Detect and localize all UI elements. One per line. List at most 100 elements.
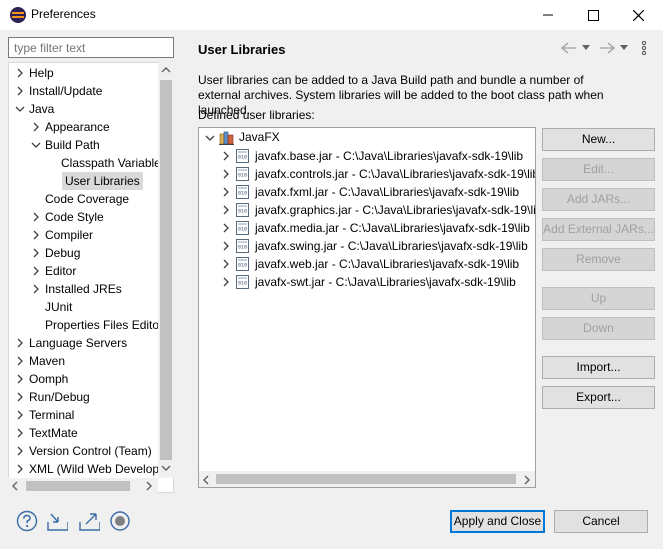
tree-item-user-libraries[interactable]: User Libraries — [62, 172, 143, 190]
tree-item-xml-wild-web-developer[interactable]: XML (Wild Web Developer) — [29, 460, 173, 478]
jar-file-icon: 010 — [236, 239, 249, 253]
tree-item-install-update[interactable]: Install/Update — [29, 82, 102, 100]
filter-input[interactable] — [8, 37, 174, 58]
collapsed-chevron-icon[interactable] — [15, 370, 25, 388]
tree-item-compiler[interactable]: Compiler — [45, 226, 93, 244]
jar-item[interactable]: javafx.swing.jar - C:\Java\Libraries\jav… — [255, 237, 528, 255]
maximize-icon — [587, 9, 599, 21]
expanded-chevron-icon[interactable] — [15, 100, 25, 118]
expanded-chevron-icon[interactable] — [31, 136, 41, 154]
tree-item-appearance[interactable]: Appearance — [45, 118, 110, 136]
scroll-right-icon[interactable] — [145, 480, 153, 492]
new-button[interactable]: New... — [542, 128, 655, 151]
minimize-button[interactable] — [525, 0, 571, 30]
export-button[interactable]: Export... — [542, 386, 655, 409]
scroll-left-icon[interactable] — [11, 480, 19, 492]
collapsed-chevron-icon[interactable] — [15, 424, 25, 442]
collapsed-chevron-icon[interactable] — [15, 406, 25, 424]
collapsed-chevron-icon[interactable] — [221, 273, 231, 291]
collapsed-chevron-icon[interactable] — [15, 334, 25, 352]
view-menu-icon[interactable] — [640, 40, 648, 56]
tree-item-version-control-team[interactable]: Version Control (Team) — [29, 442, 152, 460]
cancel-button[interactable]: Cancel — [554, 510, 648, 533]
jar-item[interactable]: javafx.graphics.jar - C:\Java\Libraries\… — [255, 201, 535, 219]
tree-item-junit[interactable]: JUnit — [45, 298, 72, 316]
collapsed-chevron-icon[interactable] — [31, 118, 41, 136]
collapsed-chevron-icon[interactable] — [221, 183, 231, 201]
libraries-scroll-right-icon[interactable] — [523, 474, 531, 486]
jar-item[interactable]: javafx.controls.jar - C:\Java\Libraries\… — [255, 165, 535, 183]
collapsed-chevron-icon[interactable] — [31, 226, 41, 244]
tree-item-classpath-variable[interactable]: Classpath Variable — [61, 154, 161, 172]
library-javafx[interactable]: JavaFX — [239, 128, 280, 146]
forward-menu-chevron-icon[interactable] — [620, 45, 628, 51]
edit-button[interactable]: Edit... — [542, 158, 655, 181]
libraries-scroll-left-icon[interactable] — [202, 474, 210, 486]
import-icon[interactable] — [46, 510, 68, 532]
remove-button[interactable]: Remove — [542, 248, 655, 271]
add-jars-button[interactable]: Add JARs... — [542, 188, 655, 211]
tree-item-installed-jres[interactable]: Installed JREs — [45, 280, 122, 298]
scroll-down-icon[interactable] — [160, 464, 172, 472]
collapsed-chevron-icon[interactable] — [221, 219, 231, 237]
tree-item-java[interactable]: Java — [29, 100, 54, 118]
collapsed-chevron-icon[interactable] — [221, 201, 231, 219]
tree-item-editor[interactable]: Editor — [45, 262, 76, 280]
tree-item-code-coverage[interactable]: Code Coverage — [45, 190, 129, 208]
jar-file-icon: 010 — [236, 257, 249, 271]
libraries-horizontal-scroll-thumb[interactable] — [216, 474, 516, 484]
tree-item-terminal[interactable]: Terminal — [29, 406, 74, 424]
collapsed-chevron-icon[interactable] — [15, 352, 25, 370]
add-external-jars-button[interactable]: Add External JARs... — [542, 218, 655, 241]
jar-item[interactable]: javafx-swt.jar - C:\Java\Libraries\javaf… — [255, 273, 516, 291]
collapsed-chevron-icon[interactable] — [221, 147, 231, 165]
user-libraries-tree[interactable]: JavaFX 010 javafx.base.jar - C:\Java\Libra… — [198, 127, 536, 488]
back-menu-chevron-icon[interactable] — [582, 45, 590, 51]
oomph-record-icon[interactable] — [109, 510, 131, 532]
apply-and-close-button[interactable]: Apply and Close — [450, 510, 545, 533]
tree-item-textmate[interactable]: TextMate — [29, 424, 78, 442]
collapsed-chevron-icon[interactable] — [31, 262, 41, 280]
tree-item-oomph[interactable]: Oomph — [29, 370, 68, 388]
collapsed-chevron-icon[interactable] — [31, 280, 41, 298]
jar-item[interactable]: javafx.fxml.jar - C:\Java\Libraries\java… — [255, 183, 519, 201]
collapsed-chevron-icon[interactable] — [221, 255, 231, 273]
back-arrow-icon[interactable] — [560, 41, 578, 55]
tree-vertical-scroll-thumb[interactable] — [160, 80, 172, 460]
collapsed-chevron-icon[interactable] — [31, 208, 41, 226]
tree-item-build-path[interactable]: Build Path — [45, 136, 100, 154]
collapsed-chevron-icon[interactable] — [15, 460, 25, 478]
tree-item-language-servers[interactable]: Language Servers — [29, 334, 127, 352]
expanded-chevron-icon[interactable] — [205, 129, 215, 147]
svg-text:010: 010 — [238, 209, 247, 215]
down-button[interactable]: Down — [542, 317, 655, 340]
import-button[interactable]: Import... — [542, 356, 655, 379]
close-button[interactable] — [615, 0, 661, 30]
svg-text:010: 010 — [238, 245, 247, 251]
collapsed-chevron-icon[interactable] — [15, 64, 25, 82]
collapsed-chevron-icon[interactable] — [31, 244, 41, 262]
jar-item[interactable]: javafx.media.jar - C:\Java\Libraries\jav… — [255, 219, 530, 237]
preferences-tree[interactable]: Help Install/Update Java Appearance Build Pa… — [8, 62, 174, 493]
scroll-up-icon[interactable] — [160, 66, 172, 74]
svg-text:010: 010 — [238, 191, 247, 197]
up-button[interactable]: Up — [542, 287, 655, 310]
forward-arrow-icon[interactable] — [598, 41, 616, 55]
collapsed-chevron-icon[interactable] — [15, 82, 25, 100]
jar-item[interactable]: javafx.base.jar - C:\Java\Libraries\java… — [255, 147, 523, 165]
tree-item-properties-files-editor[interactable]: Properties Files Editor — [45, 316, 163, 334]
help-icon[interactable] — [16, 510, 38, 532]
tree-item-code-style[interactable]: Code Style — [45, 208, 104, 226]
tree-item-debug[interactable]: Debug — [45, 244, 80, 262]
maximize-button[interactable] — [570, 0, 616, 30]
tree-item-run-debug[interactable]: Run/Debug — [29, 388, 90, 406]
tree-horizontal-scroll-thumb[interactable] — [26, 481, 130, 491]
tree-item-help[interactable]: Help — [29, 64, 54, 82]
collapsed-chevron-icon[interactable] — [15, 442, 25, 460]
tree-item-maven[interactable]: Maven — [29, 352, 65, 370]
collapsed-chevron-icon[interactable] — [221, 237, 231, 255]
jar-item[interactable]: javafx.web.jar - C:\Java\Libraries\javaf… — [255, 255, 519, 273]
export-icon[interactable] — [78, 510, 100, 532]
collapsed-chevron-icon[interactable] — [15, 388, 25, 406]
collapsed-chevron-icon[interactable] — [221, 165, 231, 183]
